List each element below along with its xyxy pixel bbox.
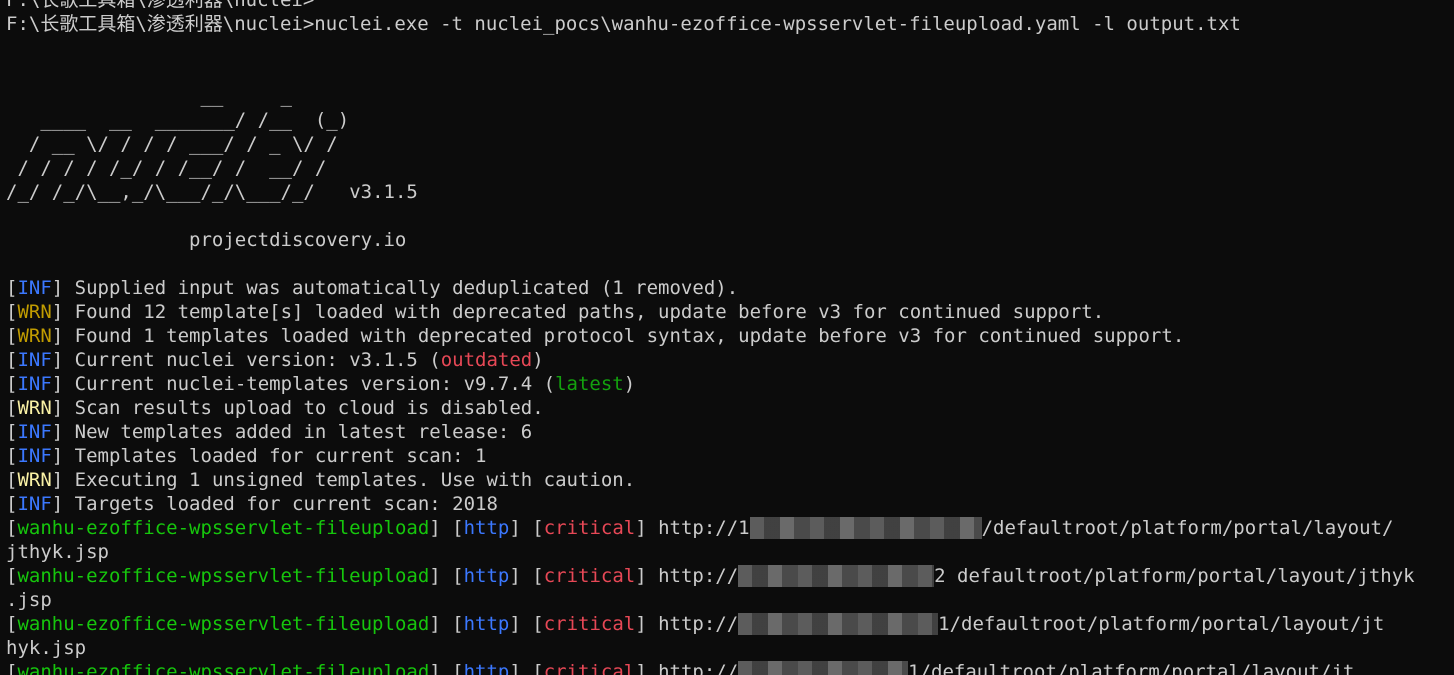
log-message: Scan results upload to cloud is disabled… — [74, 397, 544, 419]
log-level-tag: INF — [17, 493, 52, 515]
log-line: [INF] Templates loaded for current scan:… — [6, 445, 487, 467]
log-message: Found 1 templates loaded with deprecated… — [74, 325, 1185, 347]
result-url-path: 2 defaultroot/platform/portal/layout/jth… — [934, 565, 1415, 587]
log-level-tag: WRN — [17, 325, 52, 347]
result-line: [wanhu-ezoffice-wpsservlet-fileupload] [… — [6, 660, 1454, 675]
log-level-tag: INF — [17, 373, 52, 395]
redacted-host — [738, 661, 909, 675]
template-id: wanhu-ezoffice-wpsservlet-fileupload — [17, 565, 430, 587]
result-url-wrap: jthyk.jsp — [6, 541, 109, 563]
severity-tag: critical — [543, 613, 636, 635]
result-url-path: 1/defaultroot/platform/portal/layout/jt — [938, 613, 1385, 635]
site-line: projectdiscovery.io — [6, 228, 1454, 252]
template-id: wanhu-ezoffice-wpsservlet-fileupload — [17, 613, 430, 635]
log-message: Templates loaded for current scan: 1 — [74, 445, 487, 467]
result-url-path: /defaultroot/platform/portal/layout/ — [981, 517, 1394, 539]
log-level-tag: INF — [17, 445, 52, 467]
result-lines: [wanhu-ezoffice-wpsservlet-fileupload] [… — [6, 516, 1454, 675]
redacted-host — [738, 565, 935, 587]
result-url-wrap: hyk.jsp — [6, 637, 87, 659]
log-line: [WRN] Found 12 template[s] loaded with d… — [6, 301, 1105, 323]
version-status: outdated — [440, 349, 533, 371]
ascii-banner-line-5: /_/ /_/\__,_/\___/_/\___/_/ v3.1.5 — [6, 181, 418, 203]
result-url-path: 1/defaultroot/platform/portal/layout/jt — [908, 661, 1355, 675]
severity-tag: critical — [543, 517, 636, 539]
protocol-tag: http — [463, 565, 510, 587]
log-level-tag: WRN — [17, 301, 52, 323]
result-url: http://1 — [658, 517, 750, 539]
ascii-banner-line-1: __ _ — [6, 85, 292, 107]
log-message: Current nuclei-templates version: v9.7.4… — [74, 373, 556, 395]
result-url: http:// — [658, 661, 739, 675]
severity-tag: critical — [543, 661, 636, 675]
result-url-wrap: .jsp — [6, 589, 52, 611]
log-line: [INF] Targets loaded for current scan: 2… — [6, 493, 498, 515]
result-url: http:// — [658, 613, 739, 635]
ascii-banner-line-3: / __ \/ / / / ___/ / _ \/ / — [6, 133, 338, 155]
severity-tag: critical — [543, 565, 636, 587]
log-level-tag: INF — [17, 349, 52, 371]
terminal-output: F:\长歌工具箱\渗透利器\nuclei> F:\长歌工具箱\渗透利器\nucl… — [6, 0, 1454, 675]
log-line: [INF] Current nuclei version: v3.1.5 (ou… — [6, 349, 544, 371]
ascii-banner-line-2: ____ __ _______/ /__ (_) — [6, 109, 350, 131]
ascii-banner-line-4: / / / / /_/ / /__/ / __/ / — [6, 157, 327, 179]
log-message: Targets loaded for current scan: 2018 — [74, 493, 498, 515]
log-message: New templates added in latest release: 6 — [74, 421, 533, 443]
version-status: latest — [555, 373, 624, 395]
site-label: projectdiscovery.io — [189, 229, 407, 251]
redacted-host — [738, 613, 939, 635]
log-message: Executing 1 unsigned templates. Use with… — [74, 469, 636, 491]
template-id: wanhu-ezoffice-wpsservlet-fileupload — [17, 517, 430, 539]
log-line: [WRN] Executing 1 unsigned templates. Us… — [6, 469, 636, 491]
log-message: Found 12 template[s] loaded with depreca… — [74, 301, 1105, 323]
log-lines: [INF] Supplied input was automatically d… — [6, 276, 1454, 516]
result-url: http:// — [658, 565, 739, 587]
protocol-tag: http — [463, 517, 510, 539]
result-line: [wanhu-ezoffice-wpsservlet-fileupload] [… — [6, 517, 1394, 539]
log-level-tag: WRN — [17, 397, 52, 419]
log-level-tag: INF — [17, 421, 52, 443]
log-line: [INF] New templates added in latest rele… — [6, 421, 533, 443]
log-line: [WRN] Scan results upload to cloud is di… — [6, 397, 544, 419]
log-level-tag: INF — [17, 277, 52, 299]
protocol-tag: http — [463, 661, 510, 675]
log-message: Supplied input was automatically dedupli… — [74, 277, 739, 299]
previous-prompt-line: F:\长歌工具箱\渗透利器\nuclei> — [6, 0, 315, 11]
log-line: [INF] Supplied input was automatically d… — [6, 277, 739, 299]
terminal-window[interactable]: F:\长歌工具箱\渗透利器\nuclei> F:\长歌工具箱\渗透利器\nucl… — [0, 0, 1454, 675]
result-line: [wanhu-ezoffice-wpsservlet-fileupload] [… — [6, 565, 1415, 587]
redacted-host — [749, 517, 982, 539]
command-line: F:\长歌工具箱\渗透利器\nuclei>nuclei.exe -t nucle… — [6, 13, 1241, 35]
protocol-tag: http — [463, 613, 510, 635]
template-id: wanhu-ezoffice-wpsservlet-fileupload — [17, 661, 430, 675]
log-line: [WRN] Found 1 templates loaded with depr… — [6, 325, 1185, 347]
version-label: v3.1.5 — [349, 181, 418, 203]
log-line: [INF] Current nuclei-templates version: … — [6, 373, 636, 395]
result-line: [wanhu-ezoffice-wpsservlet-fileupload] [… — [6, 613, 1385, 635]
log-message: Current nuclei version: v3.1.5 ( — [74, 349, 441, 371]
log-level-tag: WRN — [17, 469, 52, 491]
